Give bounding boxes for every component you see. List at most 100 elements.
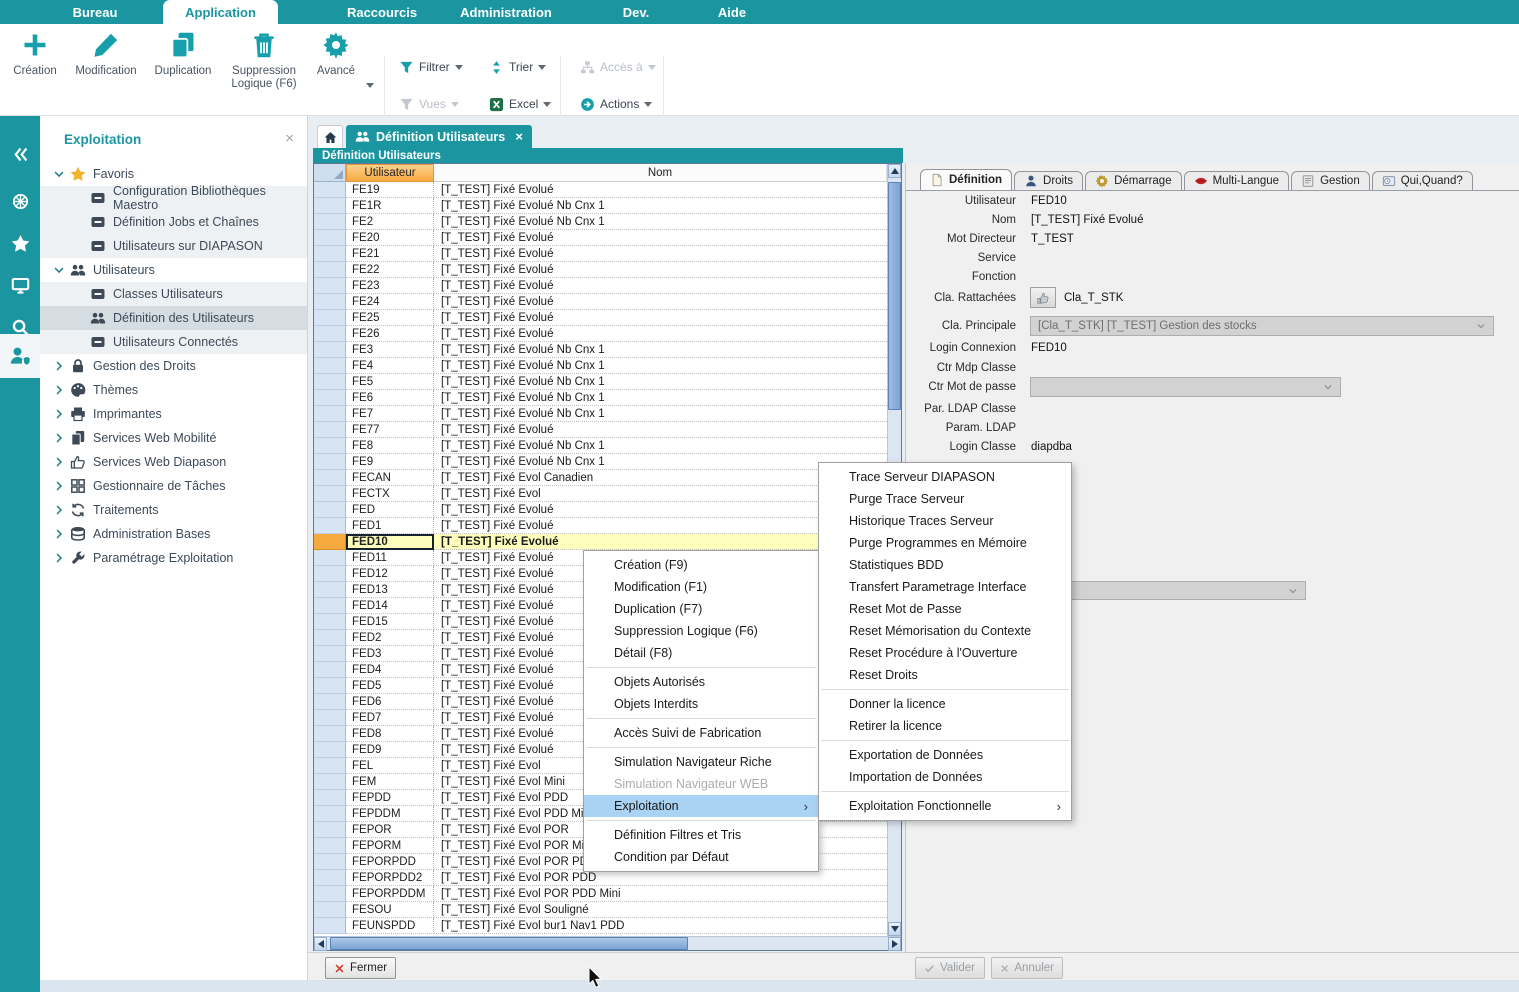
home-tab[interactable] bbox=[317, 125, 343, 148]
user-cell[interactable]: FED4 bbox=[346, 662, 434, 678]
detail-tab-droits[interactable]: Droits bbox=[1014, 171, 1083, 190]
filtrer-button[interactable]: Filtrer bbox=[399, 56, 463, 78]
tree-item-administration-bases[interactable]: Administration Bases bbox=[40, 522, 307, 546]
column-header-utilisateur[interactable]: Utilisateur bbox=[346, 164, 434, 182]
menu-item-objets-interdits[interactable]: Objets Interdits bbox=[584, 693, 818, 715]
close-tab-icon[interactable]: × bbox=[515, 129, 523, 144]
row-selector[interactable] bbox=[314, 390, 346, 406]
menu-item-transfert-parametrage-interface[interactable]: Transfert Parametrage Interface bbox=[819, 576, 1071, 598]
table-row-fe7[interactable]: FE7[T_TEST] Fixé Evolué Nb Cnx 1 bbox=[314, 406, 887, 422]
tree-item-param-trage-exploitation[interactable]: Paramétrage Exploitation bbox=[40, 546, 307, 570]
table-row-fe3[interactable]: FE3[T_TEST] Fixé Evolué Nb Cnx 1 bbox=[314, 342, 887, 358]
table-row-fectx[interactable]: FECTX[T_TEST] Fixé Evol bbox=[314, 486, 887, 502]
fermer-button[interactable]: Fermer bbox=[325, 957, 396, 979]
menu-item-reset-mot-de-passe[interactable]: Reset Mot de Passe bbox=[819, 598, 1071, 620]
scroll-left-button[interactable] bbox=[314, 937, 327, 951]
menu-item-suppression-logique-f6[interactable]: Suppression Logique (F6) bbox=[584, 620, 818, 642]
row-selector[interactable] bbox=[314, 470, 346, 486]
trier-button[interactable]: Trier bbox=[489, 56, 546, 78]
name-cell[interactable]: [T_TEST] Fixé Evolué Nb Cnx 1 bbox=[434, 438, 887, 454]
name-cell[interactable]: [T_TEST] Fixé Evolué Nb Cnx 1 bbox=[434, 342, 887, 358]
row-selector[interactable] bbox=[314, 518, 346, 534]
rail-item-modules-wheel[interactable] bbox=[0, 181, 40, 221]
field-value[interactable]: diapdba bbox=[1031, 441, 1072, 453]
tree-item-th-mes[interactable]: Thèmes bbox=[40, 378, 307, 402]
table-row-fe77[interactable]: FE77[T_TEST] Fixé Evolué bbox=[314, 422, 887, 438]
menu-item-d-finition-filtres-et-tris[interactable]: Définition Filtres et Tris bbox=[584, 824, 818, 846]
menu-item-acc-s-suivi-de-fabrication[interactable]: Accès Suivi de Fabrication bbox=[584, 722, 818, 744]
row-selector[interactable] bbox=[314, 838, 346, 854]
name-cell[interactable]: [T_TEST] Fixé Evolué Nb Cnx 1 bbox=[434, 358, 887, 374]
name-cell[interactable]: [T_TEST] Fixé Evol bur1 Nav1 PDD bbox=[434, 918, 887, 934]
chevron-right-icon[interactable] bbox=[52, 455, 66, 469]
chevron-right-icon[interactable] bbox=[52, 407, 66, 421]
table-row-fed1[interactable]: FED1[T_TEST] Fixé Evolué bbox=[314, 518, 887, 534]
menu-item-exportation-de-donn-es[interactable]: Exportation de Données bbox=[819, 744, 1071, 766]
row-selector[interactable] bbox=[314, 582, 346, 598]
chevron-right-icon[interactable] bbox=[52, 479, 66, 493]
user-cell[interactable]: FECAN bbox=[346, 470, 434, 486]
row-selector[interactable] bbox=[314, 502, 346, 518]
tab-definition-utilisateurs[interactable]: Définition Utilisateurs × bbox=[346, 125, 532, 148]
row-selector[interactable] bbox=[314, 454, 346, 470]
menu-item-condition-par-d-faut[interactable]: Condition par Défaut bbox=[584, 846, 818, 868]
column-header-nom[interactable]: Nom bbox=[434, 164, 887, 182]
table-row-fesou[interactable]: FESOU[T_TEST] Fixé Evol Souligné bbox=[314, 902, 887, 918]
row-selector[interactable] bbox=[314, 902, 346, 918]
row-selector[interactable] bbox=[314, 854, 346, 870]
row-selector[interactable] bbox=[314, 326, 346, 342]
tree-item-utilisateurs-connect-s[interactable]: Utilisateurs Connectés bbox=[40, 330, 307, 354]
user-cell[interactable]: FED1 bbox=[346, 518, 434, 534]
rail-item-user-admin[interactable] bbox=[0, 334, 40, 378]
horizontal-scrollbar[interactable] bbox=[314, 936, 901, 950]
menu-item-donner-la-licence[interactable]: Donner la licence bbox=[819, 693, 1071, 715]
row-selector[interactable] bbox=[314, 598, 346, 614]
user-cell[interactable]: FE3 bbox=[346, 342, 434, 358]
row-selector[interactable] bbox=[314, 694, 346, 710]
user-cell[interactable]: FED6 bbox=[346, 694, 434, 710]
select-ctr_mot_de_passe[interactable] bbox=[1030, 377, 1341, 397]
user-cell[interactable]: FE2 bbox=[346, 214, 434, 230]
table-row-fe4[interactable]: FE4[T_TEST] Fixé Evolué Nb Cnx 1 bbox=[314, 358, 887, 374]
tree-item-classes-utilisateurs[interactable]: Classes Utilisateurs bbox=[40, 282, 307, 306]
chevron-down-icon[interactable] bbox=[52, 263, 66, 277]
excel-dropdown-arrow[interactable] bbox=[543, 102, 551, 111]
user-cell[interactable]: FE20 bbox=[346, 230, 434, 246]
horizontal-scroll-thumb[interactable] bbox=[330, 937, 688, 950]
row-selector[interactable] bbox=[314, 758, 346, 774]
tree-item-gestionnaire-de-t-ches[interactable]: Gestionnaire de Tâches bbox=[40, 474, 307, 498]
user-cell[interactable]: FED11 bbox=[346, 550, 434, 566]
row-selector[interactable] bbox=[314, 486, 346, 502]
detail-tab-qui-quand[interactable]: Qui,Quand? bbox=[1372, 171, 1473, 190]
menu-item-historique-traces-serveur[interactable]: Historique Traces Serveur bbox=[819, 510, 1071, 532]
vertical-scroll-thumb[interactable] bbox=[888, 182, 901, 410]
user-cell[interactable]: FE8 bbox=[346, 438, 434, 454]
row-selector[interactable] bbox=[314, 742, 346, 758]
name-cell[interactable]: [T_TEST] Fixé Evolué Nb Cnx 1 bbox=[434, 214, 887, 230]
tree-item-favoris[interactable]: Favoris bbox=[40, 162, 307, 186]
rail-item-collapse-panel[interactable] bbox=[0, 134, 40, 174]
row-selector[interactable] bbox=[314, 422, 346, 438]
menu-item-aide[interactable]: Aide bbox=[692, 0, 772, 24]
name-cell[interactable]: [T_TEST] Fixé Evolué bbox=[434, 294, 887, 310]
row-selector[interactable] bbox=[314, 198, 346, 214]
tree-item-utilisateurs-sur-diapason[interactable]: Utilisateurs sur DIAPASON bbox=[40, 234, 307, 258]
table-row-fe8[interactable]: FE8[T_TEST] Fixé Evolué Nb Cnx 1 bbox=[314, 438, 887, 454]
row-selector[interactable] bbox=[314, 918, 346, 934]
name-cell[interactable]: [T_TEST] Fixé Evol Souligné bbox=[434, 902, 887, 918]
table-row-fe24[interactable]: FE24[T_TEST] Fixé Evolué bbox=[314, 294, 887, 310]
menu-item-modification-f1[interactable]: Modification (F1) bbox=[584, 576, 818, 598]
row-selector[interactable] bbox=[314, 310, 346, 326]
menu-item-exploitation[interactable]: Exploitation› bbox=[584, 795, 818, 817]
user-cell[interactable]: FE23 bbox=[346, 278, 434, 294]
table-row-fe22[interactable]: FE22[T_TEST] Fixé Evolué bbox=[314, 262, 887, 278]
user-cell[interactable]: FE5 bbox=[346, 374, 434, 390]
name-cell[interactable]: [T_TEST] Fixé Evolué Nb Cnx 1 bbox=[434, 198, 887, 214]
tree-item-services-web-mobilit[interactable]: Services Web Mobilité bbox=[40, 426, 307, 450]
tree-item-d-finition-jobs-et-cha-nes[interactable]: Définition Jobs et Chaînes bbox=[40, 210, 307, 234]
detail-tab-multi-langue[interactable]: Multi-Langue bbox=[1184, 171, 1289, 190]
user-cell[interactable]: FEUNSPDD bbox=[346, 918, 434, 934]
scroll-up-button[interactable] bbox=[888, 164, 901, 178]
name-cell[interactable]: [T_TEST] Fixé Evolué bbox=[434, 310, 887, 326]
row-selector[interactable] bbox=[314, 646, 346, 662]
